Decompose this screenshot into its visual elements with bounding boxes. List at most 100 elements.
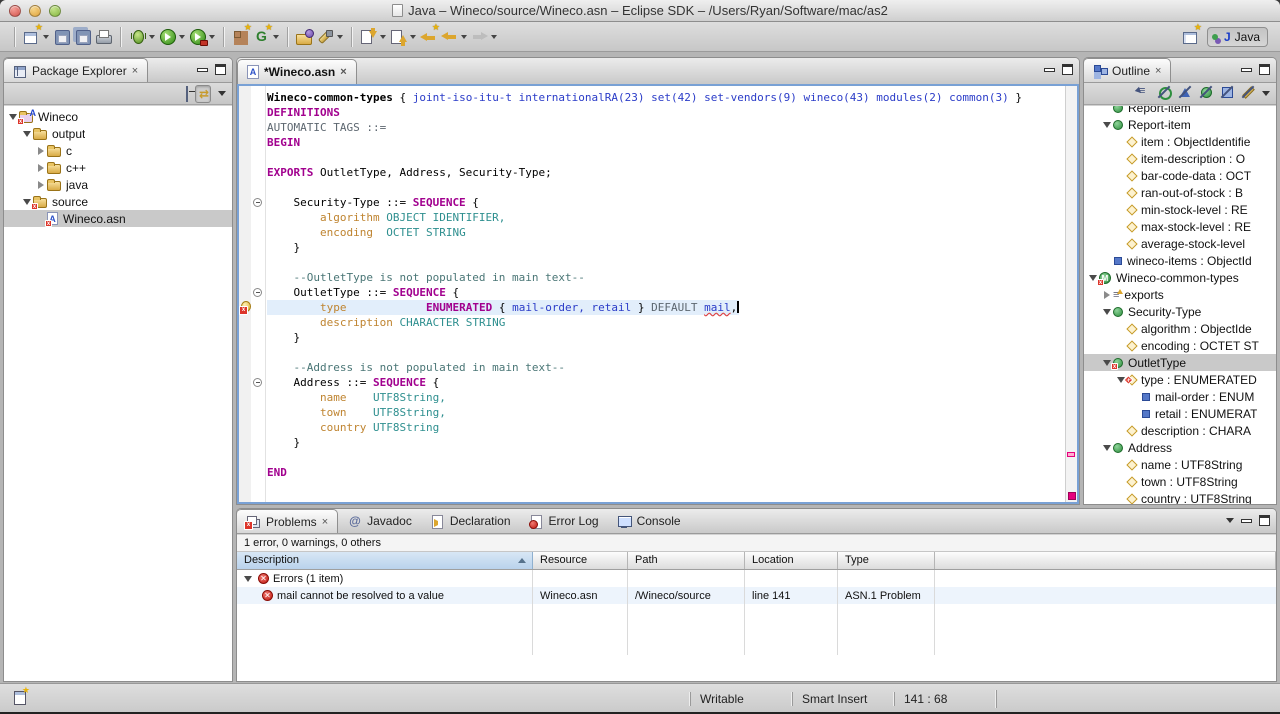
column-header-type[interactable]: Type (838, 552, 935, 569)
fast-view-icon[interactable] (14, 691, 26, 705)
column-header-empty[interactable] (935, 552, 1276, 569)
tab-error-log[interactable]: Error Log (520, 509, 608, 533)
save-button[interactable] (51, 24, 72, 50)
tab-wineco-asn-editor[interactable]: A *Wineco.asn × (237, 59, 357, 84)
close-icon[interactable]: × (1155, 66, 1161, 76)
save-all-button[interactable] (72, 24, 93, 50)
view-menu-icon[interactable] (1262, 91, 1270, 96)
maximize-button[interactable] (1062, 64, 1073, 75)
filter-pencil-button[interactable] (1241, 85, 1255, 102)
maximize-button[interactable] (215, 64, 226, 75)
tree-item-name[interactable]: name : UTF8String (1084, 456, 1276, 473)
run-button[interactable] (157, 24, 187, 50)
overview-marker[interactable] (1067, 452, 1075, 457)
tab-outline[interactable]: Outline × (1083, 58, 1171, 82)
tree-item-retail[interactable]: retail : ENUMERAT (1084, 405, 1276, 422)
zoom-window-button[interactable] (49, 5, 61, 17)
tree-item-algorithm[interactable]: algorithm : ObjectIde (1084, 320, 1276, 337)
run-external-button[interactable] (187, 24, 217, 50)
fold-marker[interactable] (253, 378, 262, 387)
link-with-editor-button[interactable]: ⇄ (195, 85, 211, 103)
tree-item-average-stock-level[interactable]: average-stock-level (1084, 235, 1276, 252)
close-icon[interactable]: × (340, 67, 346, 77)
open-perspective-button[interactable] (1180, 24, 1201, 50)
annotation-ruler[interactable] (239, 86, 251, 502)
disclosure-triangle[interactable] (35, 181, 46, 189)
open-resource-button[interactable] (294, 24, 315, 50)
tree-item-java[interactable]: java (4, 176, 232, 193)
filter-ball-button[interactable] (1199, 85, 1213, 102)
minimize-button[interactable] (1241, 519, 1252, 523)
close-icon[interactable]: × (132, 66, 138, 76)
forward-button[interactable] (469, 24, 499, 50)
filter-triangle-button[interactable] (1178, 85, 1192, 102)
filter-square-button[interactable] (1220, 85, 1234, 102)
search-button[interactable] (315, 24, 345, 50)
fold-marker[interactable] (253, 198, 262, 207)
tree-item-report-item[interactable]: Report-item (1084, 106, 1276, 116)
fold-marker[interactable] (253, 288, 262, 297)
column-header-location[interactable]: Location (745, 552, 838, 569)
back-button[interactable] (439, 24, 469, 50)
view-menu-icon[interactable] (218, 91, 226, 96)
overview-ruler[interactable] (1065, 86, 1077, 502)
tree-item-output[interactable]: output (4, 125, 232, 142)
debug-button[interactable] (127, 24, 157, 50)
disclosure-triangle[interactable] (1101, 445, 1112, 451)
tree-item-wineco-items[interactable]: wineco-items : ObjectId (1084, 252, 1276, 269)
tree-item-wineco-common-types[interactable]: MxWineco-common-types (1084, 269, 1276, 286)
tree-item-description[interactable]: description : CHARA (1084, 422, 1276, 439)
tab-javadoc[interactable]: Javadoc (338, 509, 421, 533)
close-window-button[interactable] (9, 5, 21, 17)
sort-button[interactable] (1136, 85, 1150, 102)
column-header-path[interactable]: Path (628, 552, 745, 569)
close-icon[interactable]: × (322, 517, 328, 527)
tree-item-report-item[interactable]: Report-item (1084, 116, 1276, 133)
perspective-java-button[interactable]: J Java (1207, 27, 1268, 47)
tab-package-explorer[interactable]: Package Explorer × (3, 58, 148, 82)
expanded-triangle-icon[interactable] (244, 576, 252, 582)
disclosure-triangle[interactable] (1101, 122, 1112, 128)
problem-row[interactable]: ✕mail cannot be resolved to a valueWinec… (237, 587, 1276, 604)
tree-item-c++[interactable]: c++ (4, 159, 232, 176)
new-wizard-button[interactable] (21, 24, 51, 50)
tab-console[interactable]: Console (608, 509, 690, 533)
tree-item-security-type[interactable]: Security-Type (1084, 303, 1276, 320)
disclosure-triangle[interactable] (1101, 309, 1112, 315)
tree-item-encoding[interactable]: encoding : OCTET ST (1084, 337, 1276, 354)
maximize-button[interactable] (1259, 515, 1270, 526)
last-edit-location-button[interactable] (418, 24, 439, 50)
tree-item-item[interactable]: item : ObjectIdentifie (1084, 133, 1276, 150)
minimize-button[interactable] (197, 68, 208, 72)
tree-item-exports[interactable]: ≡exports (1084, 286, 1276, 303)
tab-declaration[interactable]: Declaration (421, 509, 520, 533)
minimize-window-button[interactable] (29, 5, 41, 17)
tree-item-town[interactable]: town : UTF8String (1084, 473, 1276, 490)
tree-item-outlettype[interactable]: xOutletType (1084, 354, 1276, 371)
tree-item-type[interactable]: xtype : ENUMERATED (1084, 371, 1276, 388)
tree-item-wineco.asn[interactable]: AxWineco.asn (4, 210, 232, 227)
tree-item-min-stock-level[interactable]: min-stock-level : RE (1084, 201, 1276, 218)
disclosure-triangle[interactable] (1101, 291, 1112, 299)
code-editor[interactable]: Wineco-common-types { joint-iso-itu-t in… (266, 86, 1065, 502)
disclosure-triangle[interactable] (35, 164, 46, 172)
tree-item-country[interactable]: country : UTF8String (1084, 490, 1276, 504)
view-menu-icon[interactable] (1226, 518, 1234, 523)
tree-item-address[interactable]: Address (1084, 439, 1276, 456)
tree-item-c[interactable]: c (4, 142, 232, 159)
tree-item-max-stock-level[interactable]: max-stock-level : RE (1084, 218, 1276, 235)
folding-ruler[interactable] (251, 86, 266, 502)
tab-problems[interactable]: Problems× (236, 509, 338, 533)
filter-circle-button[interactable] (1157, 85, 1171, 102)
tree-item-bar-code-data[interactable]: bar-code-data : OCT (1084, 167, 1276, 184)
generate-code-button[interactable] (251, 24, 281, 50)
column-header-description[interactable]: Description (237, 552, 533, 569)
tree-item-wineco[interactable]: AxWineco (4, 108, 232, 125)
previous-annotation-button[interactable] (388, 24, 418, 50)
tree-item-mail-order[interactable]: mail-order : ENUM (1084, 388, 1276, 405)
print-button[interactable] (93, 24, 114, 50)
tree-item-source[interactable]: xsource (4, 193, 232, 210)
maximize-button[interactable] (1259, 64, 1270, 75)
minimize-button[interactable] (1044, 68, 1055, 72)
new-asn-module-button[interactable] (230, 24, 251, 50)
